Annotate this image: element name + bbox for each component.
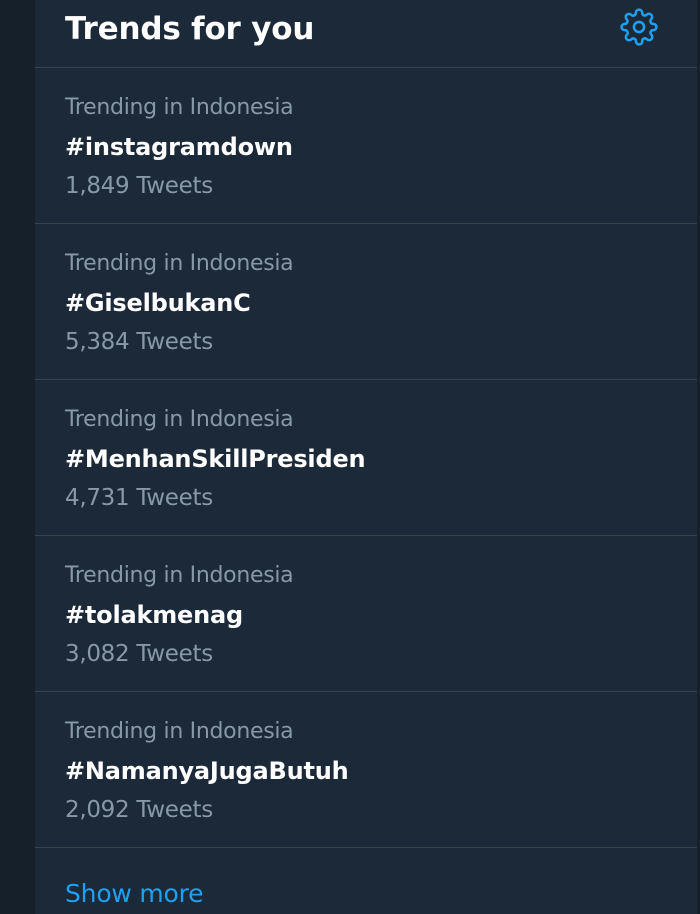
trends-header: Trends for you [35,0,700,68]
trend-context: Trending in Indonesia [65,563,294,588]
trend-hashtag[interactable]: #GiselbukanC [65,287,251,319]
trend-hashtag[interactable]: #tolakmenag [65,599,243,631]
trend-context: Trending in Indonesia [65,251,294,276]
trend-item[interactable]: Trending in Indonesia #GiselbukanC 5,384… [35,224,700,380]
settings-button[interactable] [620,8,658,46]
trend-item[interactable]: Trending in Indonesia #tolakmenag 3,082 … [35,536,700,692]
trends-title: Trends for you [65,11,315,47]
trend-context: Trending in Indonesia [65,95,294,120]
trend-item[interactable]: Trending in Indonesia #MenhanSkillPresid… [35,380,700,536]
trend-tweet-count: 4,731 Tweets [65,485,213,511]
trend-hashtag[interactable]: #NamanyaJugaButuh [65,755,349,787]
trend-tweet-count: 2,092 Tweets [65,797,213,823]
trend-tweet-count: 5,384 Tweets [65,329,213,355]
trend-item[interactable]: Trending in Indonesia #NamanyaJugaButuh … [35,692,700,848]
trend-hashtag[interactable]: #instagramdown [65,131,293,163]
trend-context: Trending in Indonesia [65,407,294,432]
trend-hashtag[interactable]: #MenhanSkillPresiden [65,443,366,475]
trends-panel: Trends for you Trending in Indonesia #in… [35,0,700,914]
trend-tweet-count: 3,082 Tweets [65,641,213,667]
trend-item[interactable]: Trending in Indonesia #instagramdown 1,8… [35,68,700,224]
gear-icon [620,8,658,46]
show-more-link[interactable]: Show more [65,877,204,911]
trend-tweet-count: 1,849 Tweets [65,173,213,199]
trend-context: Trending in Indonesia [65,719,294,744]
